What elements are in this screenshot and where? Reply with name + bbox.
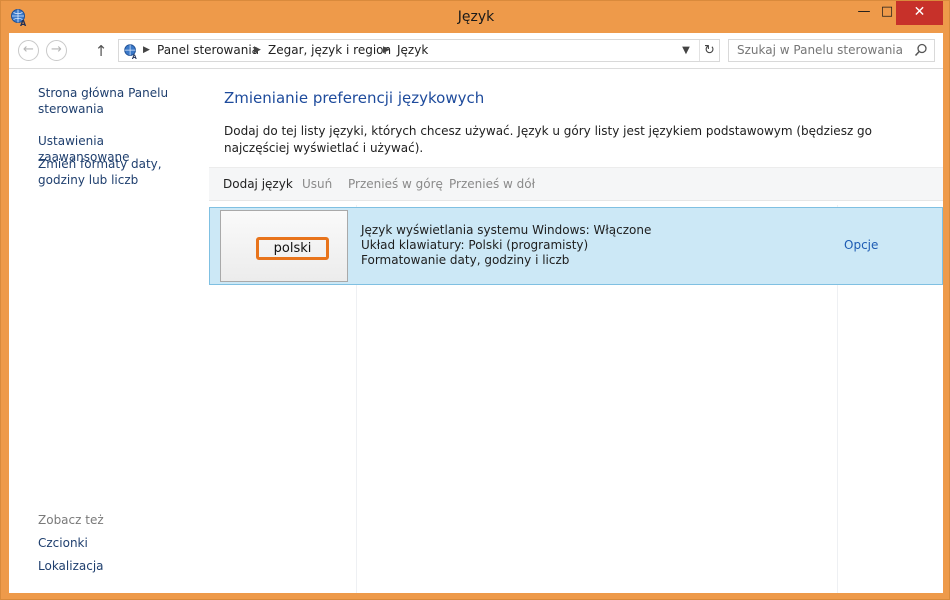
title-bar: A Język — □ ✕ (1, 1, 950, 33)
forward-button[interactable]: → (46, 40, 67, 61)
search-box[interactable]: Szukaj w Panelu sterowania (728, 39, 935, 62)
language-name: polski (273, 241, 312, 256)
language-globe-icon: A (124, 44, 137, 60)
language-list: polski Język wyświetlania systemu Window… (209, 205, 943, 593)
add-language-button[interactable]: Dodaj język (223, 168, 293, 200)
link-change-date-formats[interactable]: Zmień formaty daty, godziny lub liczb (38, 156, 198, 188)
main-pane: Zmienianie preferencji językowych Dodaj … (209, 69, 943, 593)
breadcrumb-panel-sterowania[interactable]: Panel sterowania (157, 40, 259, 61)
refresh-icon[interactable]: ↻ (699, 40, 719, 61)
page-description: Dodaj do tej listy języki, których chces… (224, 124, 873, 155)
keyboard-layout: Układ klawiatury: Polski (programisty) (361, 238, 589, 252)
language-details: Język wyświetlania systemu Windows: Włąc… (361, 223, 651, 268)
move-up-button[interactable]: Przenieś w górę (348, 168, 443, 200)
language-window: A Język — □ ✕ ← → ↑ A ▶ Panel sterowania… (0, 0, 950, 600)
language-toolbar: Dodaj język Usuń Przenieś w górę Przenie… (209, 167, 943, 201)
breadcrumb-jezyk[interactable]: Język (397, 40, 428, 61)
page-title: Zmienianie preferencji językowych (224, 89, 485, 107)
chevron-down-icon[interactable]: ▼ (676, 40, 696, 61)
breadcrumb-separator[interactable]: ▶ (254, 40, 261, 61)
address-bar[interactable]: A ▶ Panel sterowania ▶ Zegar, język i re… (118, 39, 720, 62)
link-control-panel-home[interactable]: Strona główna Panelu sterowania (38, 85, 198, 117)
breadcrumb-separator[interactable]: ▶ (143, 40, 150, 61)
navigation-bar: ← → ↑ A ▶ Panel sterowania ▶ Zegar, języ… (9, 33, 943, 69)
options-link[interactable]: Opcje (844, 238, 878, 252)
content-area: Strona główna Panelu sterowania Ustawien… (9, 69, 943, 593)
language-row[interactable]: polski Język wyświetlania systemu Window… (209, 207, 943, 285)
display-language-status: Język wyświetlania systemu Windows: Włąc… (361, 223, 652, 237)
window-title: Język (457, 9, 495, 25)
close-button[interactable]: ✕ (896, 1, 943, 25)
breadcrumb-zegar-jezyk-region[interactable]: Zegar, język i region (268, 40, 391, 61)
breadcrumb-separator[interactable]: ▶ (383, 40, 390, 61)
magnifier-icon[interactable] (914, 43, 928, 57)
language-tile[interactable]: polski (220, 210, 348, 282)
highlight-box: polski (256, 237, 329, 260)
back-button[interactable]: ← (18, 40, 39, 61)
link-fonts[interactable]: Czcionki (38, 535, 198, 551)
move-down-button[interactable]: Przenieś w dół (449, 168, 535, 200)
svg-text:A: A (132, 54, 137, 60)
up-button[interactable]: ↑ (93, 41, 109, 61)
link-location[interactable]: Lokalizacja (38, 558, 198, 574)
search-input[interactable]: Szukaj w Panelu sterowania (737, 40, 903, 61)
formatting-info: Formatowanie daty, godziny i liczb (361, 253, 570, 267)
remove-button[interactable]: Usuń (302, 168, 332, 200)
left-pane: Strona główna Panelu sterowania Ustawien… (9, 69, 205, 593)
see-also-label: Zobacz też (38, 513, 104, 527)
